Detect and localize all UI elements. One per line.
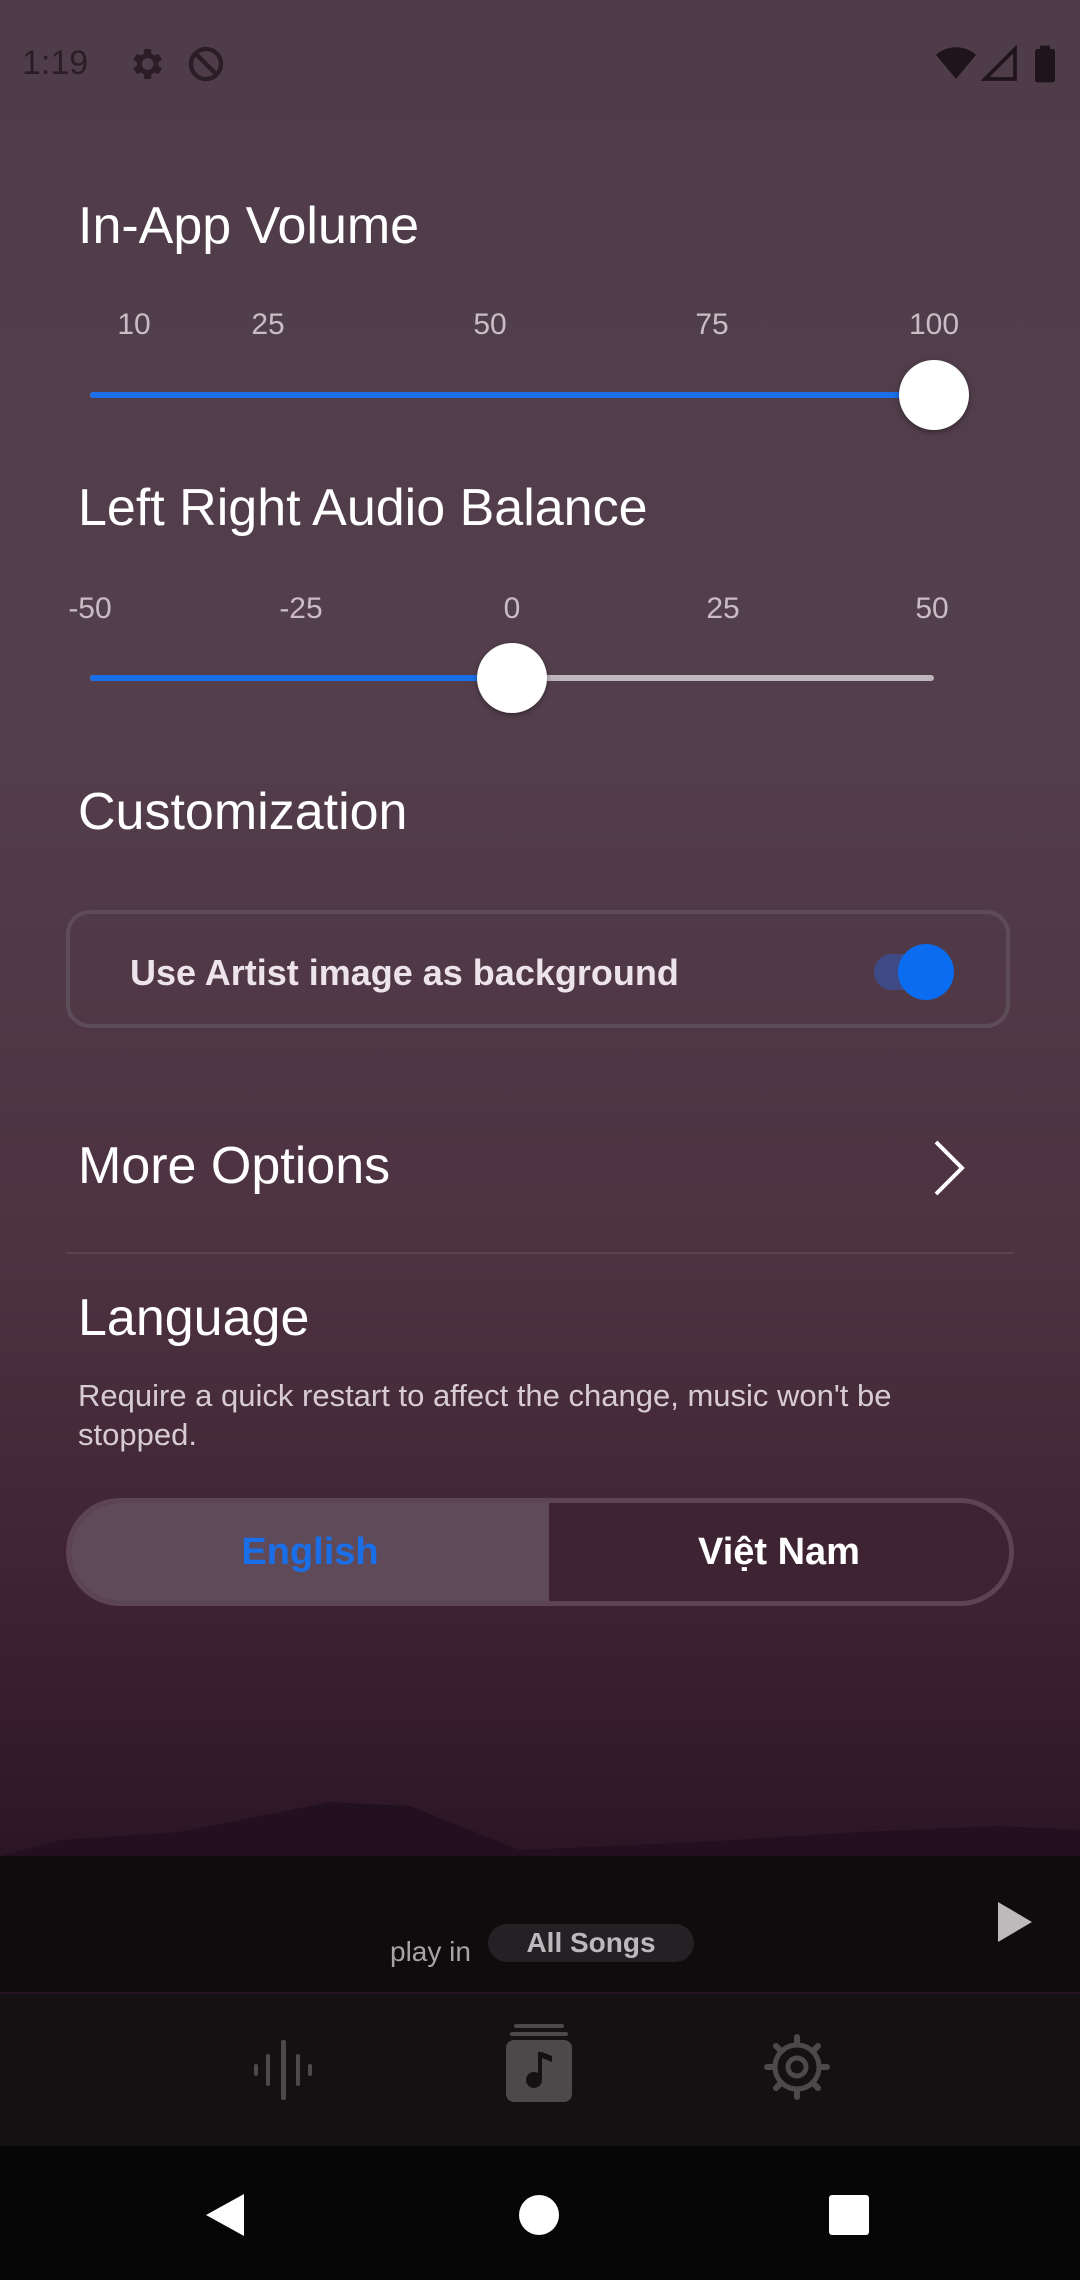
balance-slider[interactable]: [90, 643, 934, 713]
balance-title: Left Right Audio Balance: [78, 479, 648, 537]
play-in-label: play in: [390, 1936, 471, 1967]
recents-icon[interactable]: [828, 2194, 870, 2236]
settings-icon[interactable]: [764, 2034, 830, 2100]
home-icon[interactable]: [518, 2194, 560, 2236]
language-option-vietnamese[interactable]: Việt Nam: [549, 1503, 1009, 1601]
balance-tick: 50: [915, 592, 949, 625]
status-time: 1:19: [22, 44, 89, 82]
playlist-selector[interactable]: All Songs: [488, 1924, 694, 1962]
balance-tick-labels: -50 -25 0 25 50: [0, 592, 1080, 632]
volume-title: In-App Volume: [78, 197, 420, 255]
settings-gear-icon: [126, 44, 166, 84]
volume-slider-thumb[interactable]: [899, 360, 969, 430]
more-options-row[interactable]: More Options: [66, 1118, 1014, 1218]
battery-icon: [1030, 44, 1070, 84]
divider: [66, 1252, 1014, 1254]
language-title: Language: [78, 1289, 310, 1347]
volume-tick: 10: [117, 308, 151, 341]
waveform-icon[interactable]: [250, 2038, 316, 2102]
more-options-label: More Options: [78, 1137, 391, 1195]
artist-background-card[interactable]: Use Artist image as background: [66, 910, 1010, 1028]
cell-signal-icon: [980, 44, 1020, 84]
do-not-disturb-icon: [186, 44, 226, 84]
volume-tick: 100: [908, 308, 960, 341]
play-icon[interactable]: [994, 1900, 1034, 1944]
balance-tick: 0: [503, 592, 521, 625]
balance-slider-thumb[interactable]: [477, 643, 547, 713]
balance-tick: -25: [279, 592, 323, 625]
mini-player[interactable]: play in All Songs: [0, 1856, 1080, 1992]
volume-tick: 75: [695, 308, 729, 341]
customization-title: Customization: [78, 783, 408, 841]
music-library-icon[interactable]: [506, 2024, 572, 2104]
volume-track-fill: [90, 392, 934, 398]
volume-tick-labels: 10 25 50 75 100: [0, 308, 1080, 348]
balance-tick: -50: [68, 592, 112, 625]
chevron-right-icon: [928, 1138, 968, 1198]
background-mountains: [0, 1780, 1080, 1856]
volume-tick: 50: [473, 308, 507, 341]
language-selector[interactable]: English Việt Nam: [66, 1498, 1014, 1606]
artist-background-toggle-knob[interactable]: [898, 944, 954, 1000]
back-icon[interactable]: [204, 2192, 246, 2238]
volume-slider[interactable]: [90, 360, 969, 430]
language-description: Require a quick restart to affect the ch…: [78, 1378, 892, 1452]
bottom-navigation: [0, 1994, 1080, 2146]
balance-tick: 25: [706, 592, 740, 625]
artist-background-label: Use Artist image as background: [130, 952, 679, 993]
volume-tick: 25: [251, 308, 285, 341]
system-navigation-bar: [0, 2146, 1080, 2280]
balance-track-fill: [90, 675, 512, 681]
wifi-icon: [936, 44, 976, 84]
language-option-english[interactable]: English: [71, 1503, 549, 1601]
